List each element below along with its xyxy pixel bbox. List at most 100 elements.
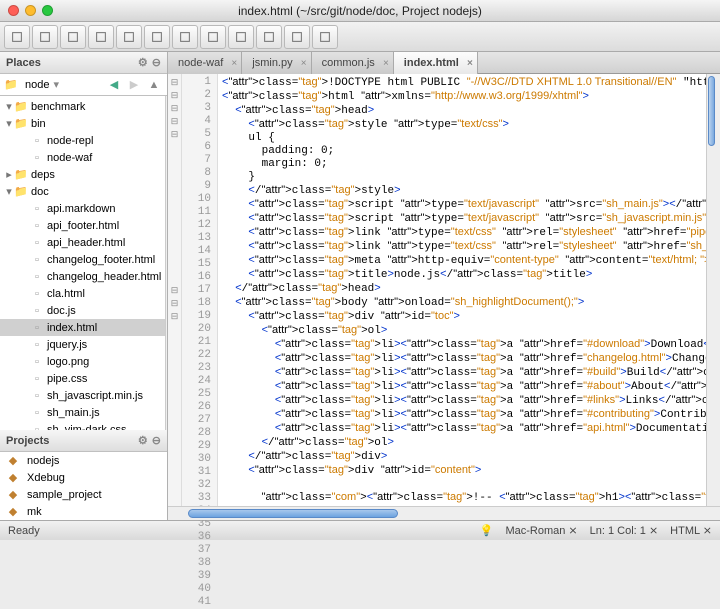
tree-row[interactable]: ▫api_header.html xyxy=(0,234,165,251)
tree-row[interactable]: ▫jquery.js xyxy=(0,336,165,353)
fold-marker[interactable] xyxy=(168,323,181,336)
tree-row[interactable]: ▫cla.html xyxy=(0,285,165,302)
tree-row[interactable]: ▫node-waf xyxy=(0,149,165,166)
disclosure-icon[interactable]: ▾ xyxy=(4,100,14,113)
close-icon[interactable]: × xyxy=(383,58,389,69)
tree-row[interactable]: ▫changelog_footer.html xyxy=(0,251,165,268)
fold-marker[interactable] xyxy=(168,141,181,154)
fold-marker[interactable]: ⊟ xyxy=(168,76,181,89)
close-window-button[interactable] xyxy=(8,5,19,16)
fold-marker[interactable] xyxy=(168,479,181,492)
tree-row[interactable]: ▾📁bin xyxy=(0,115,165,132)
fold-marker[interactable] xyxy=(168,375,181,388)
fold-marker[interactable] xyxy=(168,466,181,479)
fold-marker[interactable] xyxy=(168,583,181,596)
fold-marker[interactable]: ⊟ xyxy=(168,102,181,115)
fold-marker[interactable] xyxy=(168,401,181,414)
file-tree[interactable]: ▾📁benchmark▾📁bin▫node-repl▫node-waf▸📁dep… xyxy=(0,96,167,430)
paste-button[interactable] xyxy=(228,25,254,49)
tree-row[interactable]: ▫sh_javascript.min.js xyxy=(0,387,165,404)
fold-marker[interactable]: ⊟ xyxy=(168,128,181,141)
project-row[interactable]: ◆sample_project xyxy=(0,486,167,503)
fold-marker[interactable] xyxy=(168,219,181,232)
fold-marker[interactable]: ⊟ xyxy=(168,89,181,102)
fold-marker[interactable]: ⊟ xyxy=(168,310,181,323)
collapse-icon[interactable]: ⊖ xyxy=(152,56,161,69)
zoom-window-button[interactable] xyxy=(42,5,53,16)
nav-back-button[interactable]: ◀ xyxy=(105,77,123,93)
save-button[interactable] xyxy=(60,25,86,49)
fold-marker[interactable] xyxy=(168,180,181,193)
tree-row[interactable]: ▫sh_vim-dark.css xyxy=(0,421,165,430)
fold-marker[interactable] xyxy=(168,557,181,570)
tree-row[interactable]: ▫changelog_header.html xyxy=(0,268,165,285)
project-row[interactable]: ◆mk xyxy=(0,503,167,520)
fold-marker[interactable]: ⊟ xyxy=(168,115,181,128)
fold-marker[interactable] xyxy=(168,167,181,180)
fold-marker[interactable] xyxy=(168,245,181,258)
save-all-button[interactable] xyxy=(88,25,114,49)
fold-marker[interactable] xyxy=(168,336,181,349)
fold-marker[interactable] xyxy=(168,440,181,453)
nav-forward-button[interactable]: ▶ xyxy=(125,77,143,93)
fold-gutter[interactable]: ⊟⊟⊟⊟⊟⊟⊟⊟ xyxy=(168,74,182,506)
cut-button[interactable] xyxy=(172,25,198,49)
fold-marker[interactable] xyxy=(168,427,181,440)
root-selector[interactable]: 📁 node ▾ ◀ ▶ ▲ xyxy=(0,74,167,96)
fold-marker[interactable] xyxy=(168,258,181,271)
tab-jsmin-py[interactable]: jsmin.py× xyxy=(242,52,311,74)
fold-marker[interactable]: ⊟ xyxy=(168,284,181,297)
tree-row[interactable]: ▸📁deps xyxy=(0,166,165,183)
gear-icon[interactable]: ⚙ xyxy=(138,434,148,447)
undo-button[interactable] xyxy=(116,25,142,49)
fold-marker[interactable] xyxy=(168,154,181,167)
nav-up-button[interactable]: ▲ xyxy=(145,77,163,93)
forward-button[interactable] xyxy=(312,25,338,49)
tree-row[interactable]: ▫logo.png xyxy=(0,353,165,370)
tree-row[interactable]: ▫pipe.css xyxy=(0,370,165,387)
tree-row[interactable]: ▫api_footer.html xyxy=(0,217,165,234)
fold-marker[interactable] xyxy=(168,414,181,427)
tree-row[interactable]: ▫doc.js xyxy=(0,302,165,319)
fold-marker[interactable] xyxy=(168,349,181,362)
close-icon[interactable]: × xyxy=(231,58,237,69)
fold-marker[interactable] xyxy=(168,388,181,401)
tab-common-js[interactable]: common.js× xyxy=(312,52,394,74)
fold-marker[interactable] xyxy=(168,193,181,206)
fold-marker[interactable] xyxy=(168,362,181,375)
tree-scrollbar[interactable] xyxy=(165,96,167,430)
tree-row[interactable]: ▫node-repl xyxy=(0,132,165,149)
open-button[interactable] xyxy=(32,25,58,49)
close-icon[interactable]: × xyxy=(301,58,307,69)
tree-row[interactable]: ▾📁doc xyxy=(0,183,165,200)
fold-marker[interactable] xyxy=(168,570,181,583)
fold-marker[interactable] xyxy=(168,453,181,466)
copy-button[interactable] xyxy=(200,25,226,49)
minimize-window-button[interactable] xyxy=(25,5,36,16)
new-file-button[interactable] xyxy=(4,25,30,49)
project-row[interactable]: ◆Xdebug xyxy=(0,469,167,486)
fold-marker[interactable] xyxy=(168,544,181,557)
editor-vscrollbar[interactable] xyxy=(706,74,720,506)
tree-row[interactable]: ▫api.markdown xyxy=(0,200,165,217)
editor-hscrollbar[interactable] xyxy=(168,506,720,520)
project-row[interactable]: ◆nodejs xyxy=(0,452,167,469)
collapse-icon[interactable]: ⊖ xyxy=(152,434,161,447)
close-icon[interactable]: × xyxy=(467,58,473,69)
disclosure-icon[interactable]: ▸ xyxy=(4,168,14,181)
tree-row[interactable]: ▫sh_main.js xyxy=(0,404,165,421)
code-editor[interactable]: <"attr">class="tag">!DOCTYPE html PUBLIC… xyxy=(218,74,706,506)
back-button[interactable] xyxy=(284,25,310,49)
gear-icon[interactable]: ⚙ xyxy=(138,56,148,69)
status-mode[interactable]: HTML xyxy=(670,525,700,537)
fold-marker[interactable] xyxy=(168,596,181,609)
disclosure-icon[interactable]: ▾ xyxy=(4,185,14,198)
status-lightbulb-icon[interactable]: 💡 xyxy=(480,524,494,537)
fold-marker[interactable] xyxy=(168,531,181,544)
tree-row[interactable]: ▫index.html xyxy=(0,319,165,336)
tab-index-html[interactable]: index.html× xyxy=(394,52,478,74)
tree-row[interactable]: ▾📁benchmark xyxy=(0,98,165,115)
fold-marker[interactable]: ⊟ xyxy=(168,297,181,310)
redo-button[interactable] xyxy=(144,25,170,49)
tab-node-waf[interactable]: node-waf× xyxy=(168,52,242,74)
